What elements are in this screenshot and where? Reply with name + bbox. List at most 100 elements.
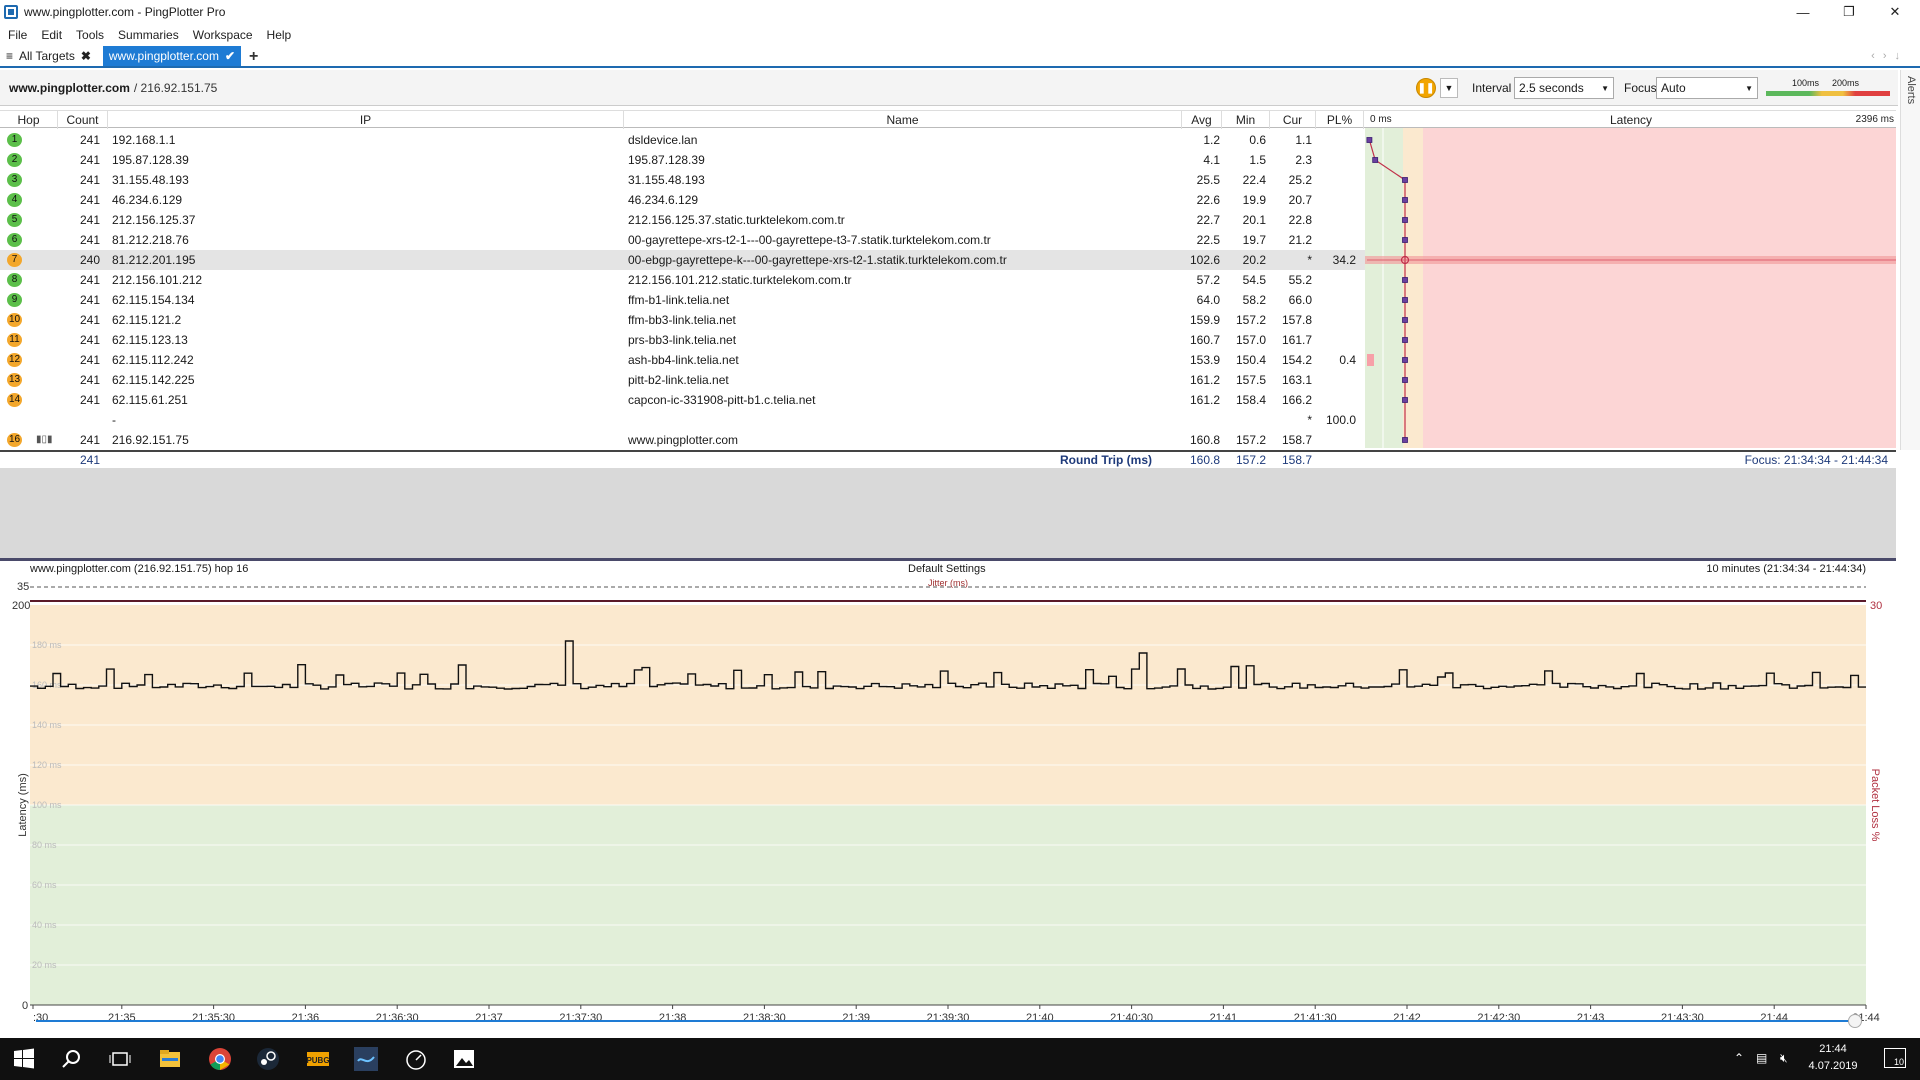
header-name[interactable]: Name — [624, 111, 1182, 129]
latency-point — [1402, 397, 1408, 403]
tab-pingplotter[interactable]: www.pingplotter.com ✔ — [102, 46, 242, 66]
chrome-icon[interactable] — [208, 1047, 232, 1071]
speed-gauge-icon[interactable] — [404, 1047, 428, 1071]
table-row[interactable]: 14 241 62.115.61.251 capcon-ic-331908-pitt-… — [0, 390, 1365, 410]
x-tick-label: 21:38 — [659, 1012, 687, 1024]
table-row[interactable]: 16 ▮▯▮ 241 216.92.151.75 www.pingplotter.com… — [0, 430, 1365, 450]
hop-count: 241 — [79, 233, 100, 247]
clock-time[interactable]: 21:44 — [1798, 1043, 1868, 1055]
menu-summaries[interactable]: Summaries — [118, 28, 179, 42]
table-row[interactable]: 12 241 62.115.112.242 ash-bb4-link.telia.ne… — [0, 350, 1365, 370]
windows-start-icon[interactable] — [12, 1047, 36, 1071]
target-bar: www.pingplotter.com / 216.92.151.75 ❚❚ ▼… — [0, 70, 1898, 106]
header-cur[interactable]: Cur — [1270, 111, 1316, 129]
hop-avg: 64.0 — [1196, 293, 1220, 307]
tab-scroll-arrows-icon[interactable]: ‹›↓ — [1871, 50, 1908, 62]
notification-center-icon[interactable]: 10 — [1884, 1048, 1906, 1068]
focus-select[interactable]: Auto ▼ — [1656, 77, 1758, 99]
task-view-icon[interactable] — [108, 1047, 132, 1071]
header-max-ms: 2396 ms — [1855, 114, 1894, 125]
search-icon[interactable] — [60, 1047, 84, 1071]
hop-pl — [1316, 310, 1356, 330]
table-row[interactable]: 13 241 62.115.142.225 pitt-b2-link.telia.ne… — [0, 370, 1365, 390]
hop-name: 212.156.101.212.static.turktelekom.com.t… — [628, 273, 852, 287]
timeline-scroll-track[interactable] — [36, 1020, 1856, 1022]
hop-table: 1 241 192.168.1.1 dsldevice.lan 1.2 0.6 1.1 2 24… — [0, 130, 1365, 450]
table-row[interactable]: 1 241 192.168.1.1 dsldevice.lan 1.2 0.6 1.1 — [0, 130, 1365, 150]
table-row[interactable]: 6 241 81.212.218.76 00-gayrettepe-xrs-t2-1-… — [0, 230, 1365, 250]
hop-name: 31.155.48.193 — [628, 173, 705, 187]
hop-ip: 216.92.151.75 — [112, 433, 189, 447]
volume-muted-icon[interactable]: 🔇︎ — [1780, 1051, 1788, 1066]
header-min[interactable]: Min — [1222, 111, 1270, 129]
add-tab-icon[interactable]: + — [249, 48, 258, 66]
pubg-icon[interactable]: PUBG — [306, 1047, 330, 1071]
hop-count: 241 — [79, 373, 100, 387]
table-row[interactable]: 5 241 212.156.125.37 212.156.125.37.static.… — [0, 210, 1365, 230]
hop-cur: * — [1307, 413, 1312, 427]
hop-name: capcon-ic-331908-pitt-b1.c.telia.net — [628, 393, 816, 407]
steam-icon[interactable] — [256, 1047, 280, 1071]
header-latency[interactable]: Latency — [1406, 111, 1856, 129]
restore-button[interactable]: ❐ — [1826, 0, 1872, 24]
header-avg[interactable]: Avg — [1182, 111, 1222, 129]
table-row[interactable]: 10 241 62.115.121.2 ffm-bb3-link.telia.net 1… — [0, 310, 1365, 330]
close-tab-icon[interactable]: ✖ — [81, 49, 91, 63]
clock-date[interactable]: 4.07.2019 — [1798, 1060, 1868, 1072]
interval-select[interactable]: 2.5 seconds ▼ — [1514, 77, 1614, 99]
y-tick-label: 180 ms — [32, 640, 62, 650]
table-row[interactable]: 3 241 31.155.48.193 31.155.48.193 25.5 22.4 25… — [0, 170, 1365, 190]
header-ip[interactable]: IP — [108, 111, 624, 129]
latency-point — [1366, 137, 1373, 143]
alerts-panel[interactable]: Alerts — [1900, 70, 1920, 450]
header-pl[interactable]: PL% — [1316, 111, 1364, 129]
hop-count: 241 — [79, 273, 100, 287]
table-row[interactable]: 9 241 62.115.154.134 ffm-b1-link.telia.net 6… — [0, 290, 1365, 310]
summary-count: 241 — [79, 453, 100, 467]
hop-avg: 153.9 — [1189, 353, 1220, 367]
header-count[interactable]: Count — [58, 111, 108, 129]
hop-name: ash-bb4-link.telia.net — [628, 353, 739, 367]
tab-label: All Targets — [19, 49, 75, 63]
pingplotter-icon[interactable] — [354, 1047, 378, 1071]
photos-icon[interactable] — [452, 1047, 476, 1071]
y-tick-label: 40 ms — [32, 920, 57, 930]
table-row[interactable]: 11 241 62.115.123.13 prs-bb3-link.telia.net… — [0, 330, 1365, 350]
hop-pl — [1316, 370, 1356, 390]
tray-chevron-up-icon[interactable]: ⌃ — [1734, 1051, 1744, 1065]
timeline-graph[interactable]: 35 Jitter (ms) 180 ms 160 ms 140 ms 120 ms 100… — [0, 577, 1896, 1039]
hop-pl — [1316, 130, 1356, 150]
hop-cur: 166.2 — [1281, 393, 1312, 407]
file-explorer-icon[interactable] — [158, 1047, 182, 1071]
table-row[interactable]: 8 241 212.156.101.212 212.156.101.212.stati… — [0, 270, 1365, 290]
table-row[interactable]: 7 240 81.212.201.195 00-ebgp-gayrettepe-k--… — [0, 250, 1365, 270]
menu-workspace[interactable]: Workspace — [193, 28, 253, 42]
menu-file[interactable]: File — [8, 28, 27, 42]
menu-help[interactable]: Help — [267, 28, 292, 42]
tab-bar: ≡ All Targets ✖ www.pingplotter.com ✔ + … — [0, 46, 1920, 68]
close-button[interactable]: ✕ — [1872, 0, 1918, 24]
timeline-settings[interactable]: Default Settings — [908, 563, 986, 575]
hop-cur: 55.2 — [1288, 273, 1312, 287]
table-row[interactable]: 2 241 195.87.128.39 195.87.128.39 4.1 1.5 2.3 — [0, 150, 1365, 170]
hop-ip: 62.115.154.134 — [112, 293, 195, 307]
menu-edit[interactable]: Edit — [41, 28, 62, 42]
hop-number: 11 — [7, 333, 22, 347]
table-row[interactable]: 4 241 46.234.6.129 46.234.6.129 22.6 19.9 20.7 — [0, 190, 1365, 210]
timeline-scroll-thumb[interactable] — [1848, 1014, 1862, 1028]
minimize-button[interactable]: — — [1780, 0, 1826, 24]
table-row[interactable]: - * 100.0 — [0, 410, 1365, 430]
tab-all-targets[interactable]: ≡ All Targets ✖ — [0, 46, 97, 66]
menu-tools[interactable]: Tools — [76, 28, 104, 42]
menu-bar: File Edit Tools Summaries Workspace Help — [0, 24, 1920, 46]
network-icon[interactable]: ▤ — [1756, 1051, 1767, 1065]
timeline-header: www.pingplotter.com (216.92.151.75) hop … — [30, 563, 1866, 577]
y-tick-label: 20 ms — [32, 960, 57, 970]
header-hop[interactable]: Hop — [0, 111, 58, 129]
hop-number: 13 — [7, 373, 22, 387]
hop-ip: 31.155.48.193 — [112, 173, 189, 187]
chevron-down-icon[interactable]: ▼ — [1440, 78, 1458, 98]
bar-chart-icon[interactable]: ▮▯▮ — [36, 430, 53, 450]
hop-number: 8 — [7, 273, 22, 287]
pause-button[interactable]: ❚❚ — [1416, 78, 1436, 98]
